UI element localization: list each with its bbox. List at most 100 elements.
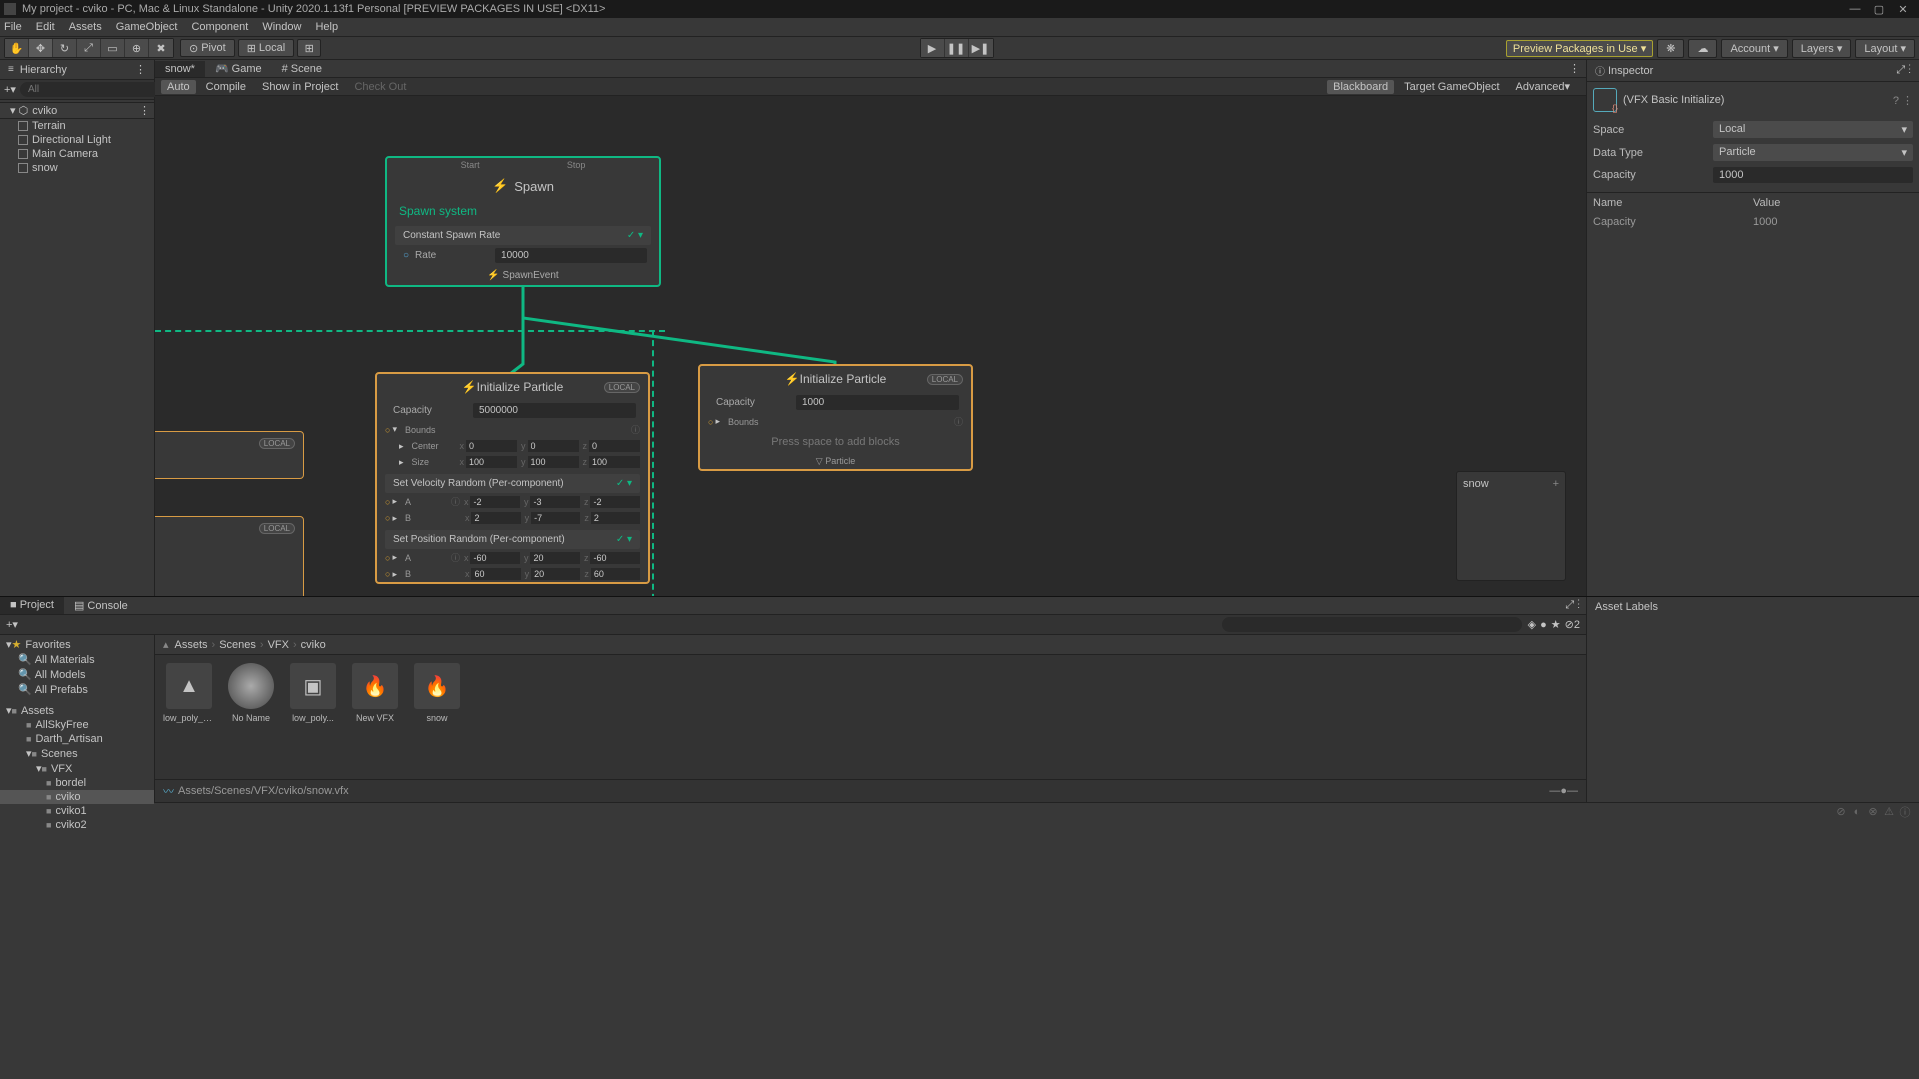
folder-item[interactable]: ■AllSkyFree <box>0 718 154 732</box>
pause-button[interactable]: ❚❚ <box>945 39 969 57</box>
hidden-icon[interactable]: ⊘2 <box>1565 618 1580 631</box>
vel-a-y[interactable] <box>530 496 580 508</box>
breadcrumb-item[interactable]: Scenes <box>219 639 256 651</box>
menu-file[interactable]: File <box>4 21 22 33</box>
initialize-particle-node-1[interactable]: ⚡Initialize ParticleLOCAL Capacity500000… <box>375 372 650 584</box>
pos-b-y[interactable] <box>531 568 580 580</box>
tab-menu[interactable]: ⋮ <box>1563 62 1586 75</box>
spawn-start-port[interactable]: Start <box>461 160 480 170</box>
play-button[interactable]: ▶ <box>921 39 945 57</box>
asset-item[interactable]: 🔥New VFX <box>349 663 401 723</box>
initialize-particle-node-2[interactable]: ⚡Initialize ParticleLOCAL Capacity1000 ○… <box>698 364 973 471</box>
rate-field[interactable]: 10000 <box>495 248 647 263</box>
capacity-field[interactable]: 1000 <box>796 395 959 410</box>
layers-dropdown[interactable]: Layers ▾ <box>1792 39 1852 58</box>
breadcrumb-item[interactable]: VFX <box>268 639 289 651</box>
minimize-button[interactable]: — <box>1843 3 1867 15</box>
console-tab[interactable]: ▤ Console <box>64 597 138 614</box>
add-blocks-hint[interactable]: Press space to add blocks <box>700 430 971 454</box>
status-icon[interactable]: ◐ <box>1849 806 1865 818</box>
datatype-dropdown[interactable]: Particle▾ <box>1713 144 1913 161</box>
vel-b-y[interactable] <box>531 512 580 524</box>
menu-window[interactable]: Window <box>262 21 301 33</box>
hand-tool[interactable]: ✋ <box>5 39 29 57</box>
menu-gameobject[interactable]: GameObject <box>116 21 178 33</box>
pos-b-x[interactable] <box>471 568 520 580</box>
inspector-tab[interactable]: ⓘInspector⤢ ⋮ <box>1587 60 1919 82</box>
project-tab[interactable]: ■ Project <box>0 597 64 614</box>
snap-button[interactable]: ⊞ <box>297 39 321 57</box>
close-button[interactable]: ✕ <box>1891 3 1915 16</box>
folder-item[interactable]: ■cviko <box>0 790 154 804</box>
set-velocity-block[interactable]: Set Velocity Random (Per-component)✓ ▾ <box>385 474 640 493</box>
filter-icon[interactable]: ◈ <box>1528 618 1536 631</box>
capacity-field[interactable]: 1000 <box>1713 167 1913 183</box>
menu-help[interactable]: Help <box>315 21 338 33</box>
pos-a-z[interactable] <box>590 552 640 564</box>
capacity-field[interactable]: 5000000 <box>473 403 636 418</box>
local-badge[interactable]: LOCAL <box>604 382 640 393</box>
asset-item[interactable]: ▲low_poly_s... <box>163 663 215 723</box>
asset-item[interactable]: 🔥snow <box>411 663 463 723</box>
folder-item[interactable]: ■cviko1 <box>0 804 154 818</box>
particle-output-port[interactable]: ▽ Particle <box>700 454 971 469</box>
favorite-item[interactable]: 🔍All Materials <box>0 652 154 667</box>
hierarchy-search-input[interactable] <box>20 82 168 97</box>
favorites-header[interactable]: ▾★Favorites <box>0 637 154 652</box>
size-z[interactable] <box>589 456 640 468</box>
pos-a-y[interactable] <box>530 552 580 564</box>
spawn-event-port[interactable]: SpawnEvent <box>503 270 559 281</box>
size-y[interactable] <box>528 456 579 468</box>
panel-options[interactable]: ⤢ ⋮ <box>1559 597 1586 614</box>
breadcrumb-item[interactable]: cviko <box>301 639 326 651</box>
tab-vfx-asset[interactable]: snow* <box>155 61 205 77</box>
folder-item[interactable]: ▾■Scenes <box>0 746 154 761</box>
hierarchy-item[interactable]: Main Camera <box>0 147 154 161</box>
set-position-block[interactable]: Set Position Random (Per-component)✓ ▾ <box>385 530 640 549</box>
local-badge[interactable]: LOCAL <box>927 374 963 385</box>
status-icon[interactable]: ⚠ <box>1881 805 1897 818</box>
partial-node[interactable]: LOCAL <box>155 431 304 479</box>
thumbnail-size-slider[interactable]: —●— <box>1549 785 1578 797</box>
custom-tool[interactable]: ✖ <box>149 39 173 57</box>
vel-a-z[interactable] <box>590 496 640 508</box>
rotate-tool[interactable]: ↻ <box>53 39 77 57</box>
partial-node[interactable]: LOCAL <box>155 516 304 596</box>
pos-a-x[interactable] <box>470 552 520 564</box>
folder-item[interactable]: ■bordel <box>0 776 154 790</box>
compile-button[interactable]: Compile <box>200 80 252 94</box>
hierarchy-tab[interactable]: ≡Hierarchy⋮ <box>0 60 154 80</box>
tab-game[interactable]: 🎮Game <box>205 60 272 77</box>
target-gameobject-toggle[interactable]: Target GameObject <box>1398 80 1505 94</box>
checkout-button[interactable]: Check Out <box>348 80 412 94</box>
hierarchy-item[interactable]: Directional Light <box>0 133 154 147</box>
help-icon[interactable]: ? ⋮ <box>1893 94 1913 107</box>
tab-scene[interactable]: #Scene <box>272 61 332 77</box>
create-button[interactable]: +▾ <box>6 618 18 631</box>
local-button[interactable]: ⊞Local <box>238 39 295 57</box>
asset-item[interactable]: ▣low_poly... <box>287 663 339 723</box>
step-button[interactable]: ▶❚ <box>969 39 993 57</box>
spawn-context-node[interactable]: StartStop ⚡Spawn Spawn system Constant S… <box>385 156 661 287</box>
status-icon[interactable]: ⊘ <box>1833 805 1849 818</box>
project-search-input[interactable] <box>1222 617 1522 632</box>
vel-a-x[interactable] <box>470 496 520 508</box>
menu-component[interactable]: Component <box>191 21 248 33</box>
menu-assets[interactable]: Assets <box>69 21 102 33</box>
menu-edit[interactable]: Edit <box>36 21 55 33</box>
spawn-stop-port[interactable]: Stop <box>567 160 586 170</box>
add-button[interactable]: +▾ <box>4 83 16 96</box>
status-icon[interactable]: ⊗ <box>1865 805 1881 818</box>
layout-dropdown[interactable]: Layout ▾ <box>1855 39 1915 58</box>
breadcrumb-item[interactable]: Assets <box>175 639 208 651</box>
favorite-item[interactable]: 🔍All Prefabs <box>0 682 154 697</box>
size-x[interactable] <box>466 456 517 468</box>
transform-tool[interactable]: ⊕ <box>125 39 149 57</box>
account-dropdown[interactable]: Account ▾ <box>1721 39 1787 58</box>
blackboard-window[interactable]: snow + <box>1456 471 1566 581</box>
star-icon[interactable]: ★ <box>1551 618 1561 631</box>
show-in-project-button[interactable]: Show in Project <box>256 80 344 94</box>
favorite-item[interactable]: 🔍All Models <box>0 667 154 682</box>
hierarchy-item[interactable]: snow <box>0 161 154 175</box>
rect-tool[interactable]: ▭ <box>101 39 125 57</box>
